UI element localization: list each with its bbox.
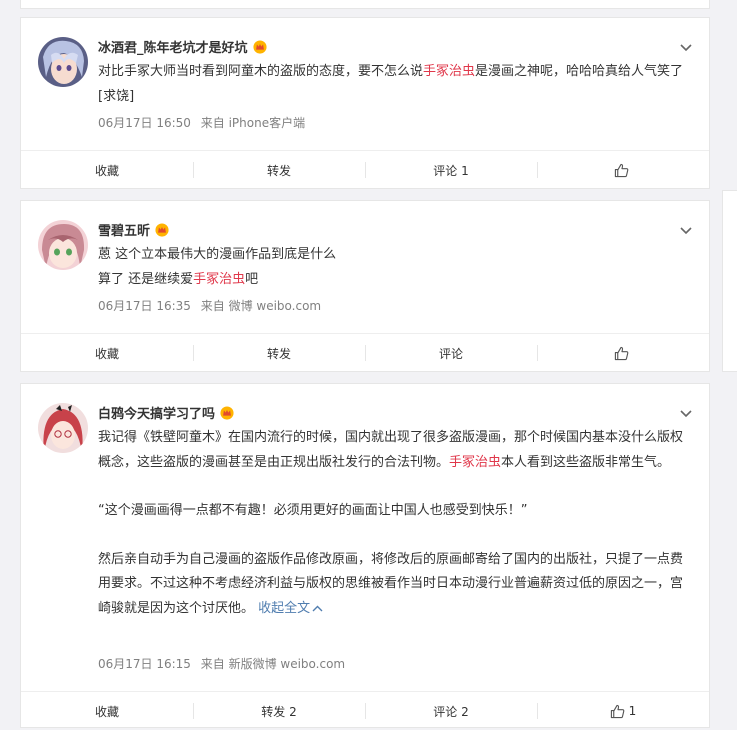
comment-source: 来自 微博 weibo.com: [200, 299, 322, 313]
avatar[interactable]: [38, 220, 88, 270]
comment-text: 我记得《铁壁阿童木》在国内流行的时候，国内就出现了很多盗版漫画，那个时候国内基本…: [98, 430, 684, 616]
comment-meta: 06月17日 16:15 来自 新版微博 weibo.com: [98, 655, 345, 672]
like-button[interactable]: 1: [537, 692, 709, 730]
comment-button[interactable]: 评论 1: [365, 151, 537, 189]
highlight-link[interactable]: 手冢治虫: [193, 272, 245, 287]
avatar[interactable]: [38, 37, 88, 87]
like-button[interactable]: [537, 151, 709, 189]
favorite-button[interactable]: 收藏: [21, 334, 193, 372]
highlight-link[interactable]: 手冢治虫: [423, 64, 475, 79]
comment-text: 对比手冢大师当时看到阿童木的盗版的态度，要不怎么说手冢治虫是漫画之神呢，哈哈哈真…: [98, 64, 684, 104]
repost-button[interactable]: 转发 2: [193, 692, 365, 730]
thumbs-up-icon: [614, 346, 628, 360]
comment-card: 雪碧五昕 蒽 这个立本最伟大的漫画作品到底是什么 算了 还是继续爱手冢治虫吧 0…: [20, 200, 710, 372]
favorite-button[interactable]: 收藏: [21, 692, 193, 730]
thumbs-up-icon: [610, 704, 624, 718]
comment-meta: 06月17日 16:35 来自 微博 weibo.com: [98, 297, 321, 314]
comment-card: 冰酒君_陈年老坑才是好坑 对比手冢大师当时看到阿童木的盗版的态度，要不怎么说手冢…: [20, 17, 710, 189]
username[interactable]: 冰酒君_陈年老坑才是好坑: [98, 37, 248, 56]
comment-text: 蒽 这个立本最伟大的漫画作品到底是什么 算了 还是继续爱手冢治虫吧: [98, 247, 337, 287]
username[interactable]: 雪碧五昕: [98, 220, 150, 239]
avatar[interactable]: [38, 403, 88, 453]
collapse-fulltext-link[interactable]: 收起全文: [258, 601, 323, 616]
comment-time[interactable]: 06月17日 16:35: [98, 299, 191, 313]
like-button[interactable]: [537, 334, 709, 372]
highlight-link[interactable]: 手冢治虫: [449, 455, 501, 470]
chevron-down-icon[interactable]: [679, 40, 693, 54]
chevron-up-icon: [312, 605, 323, 611]
comment-card: 白鸦今天搞学习了吗 我记得《铁壁阿童木》在国内流行的时候，国内就出现了很多盗版漫…: [20, 383, 710, 728]
comment-source: 来自 iPhone客户端: [200, 116, 306, 130]
comment-meta: 06月17日 16:50 来自 iPhone客户端: [98, 114, 305, 131]
chevron-down-icon[interactable]: [679, 223, 693, 237]
chevron-down-icon[interactable]: [679, 406, 693, 420]
action-bar: 收藏 转发 2 评论 2 1: [21, 691, 709, 730]
thumbs-up-icon: [614, 163, 628, 177]
username[interactable]: 白鸦今天搞学习了吗: [98, 403, 215, 422]
vip-crown-icon: [220, 405, 234, 420]
action-bar: 收藏 转发 评论: [21, 333, 709, 372]
vip-crown-icon: [252, 39, 267, 54]
right-side-panel: [722, 190, 737, 372]
vip-crown-icon: [155, 222, 169, 237]
comment-time[interactable]: 06月17日 16:15: [98, 657, 191, 671]
comment-time[interactable]: 06月17日 16:50: [98, 116, 191, 130]
comment-button[interactable]: 评论: [365, 334, 537, 372]
favorite-button[interactable]: 收藏: [21, 151, 193, 189]
repost-button[interactable]: 转发: [193, 151, 365, 189]
comment-source: 来自 新版微博 weibo.com: [200, 657, 346, 671]
action-bar: 收藏 转发 评论 1: [21, 150, 709, 189]
previous-comment-card: [20, 0, 710, 9]
comment-button[interactable]: 评论 2: [365, 692, 537, 730]
repost-button[interactable]: 转发: [193, 334, 365, 372]
